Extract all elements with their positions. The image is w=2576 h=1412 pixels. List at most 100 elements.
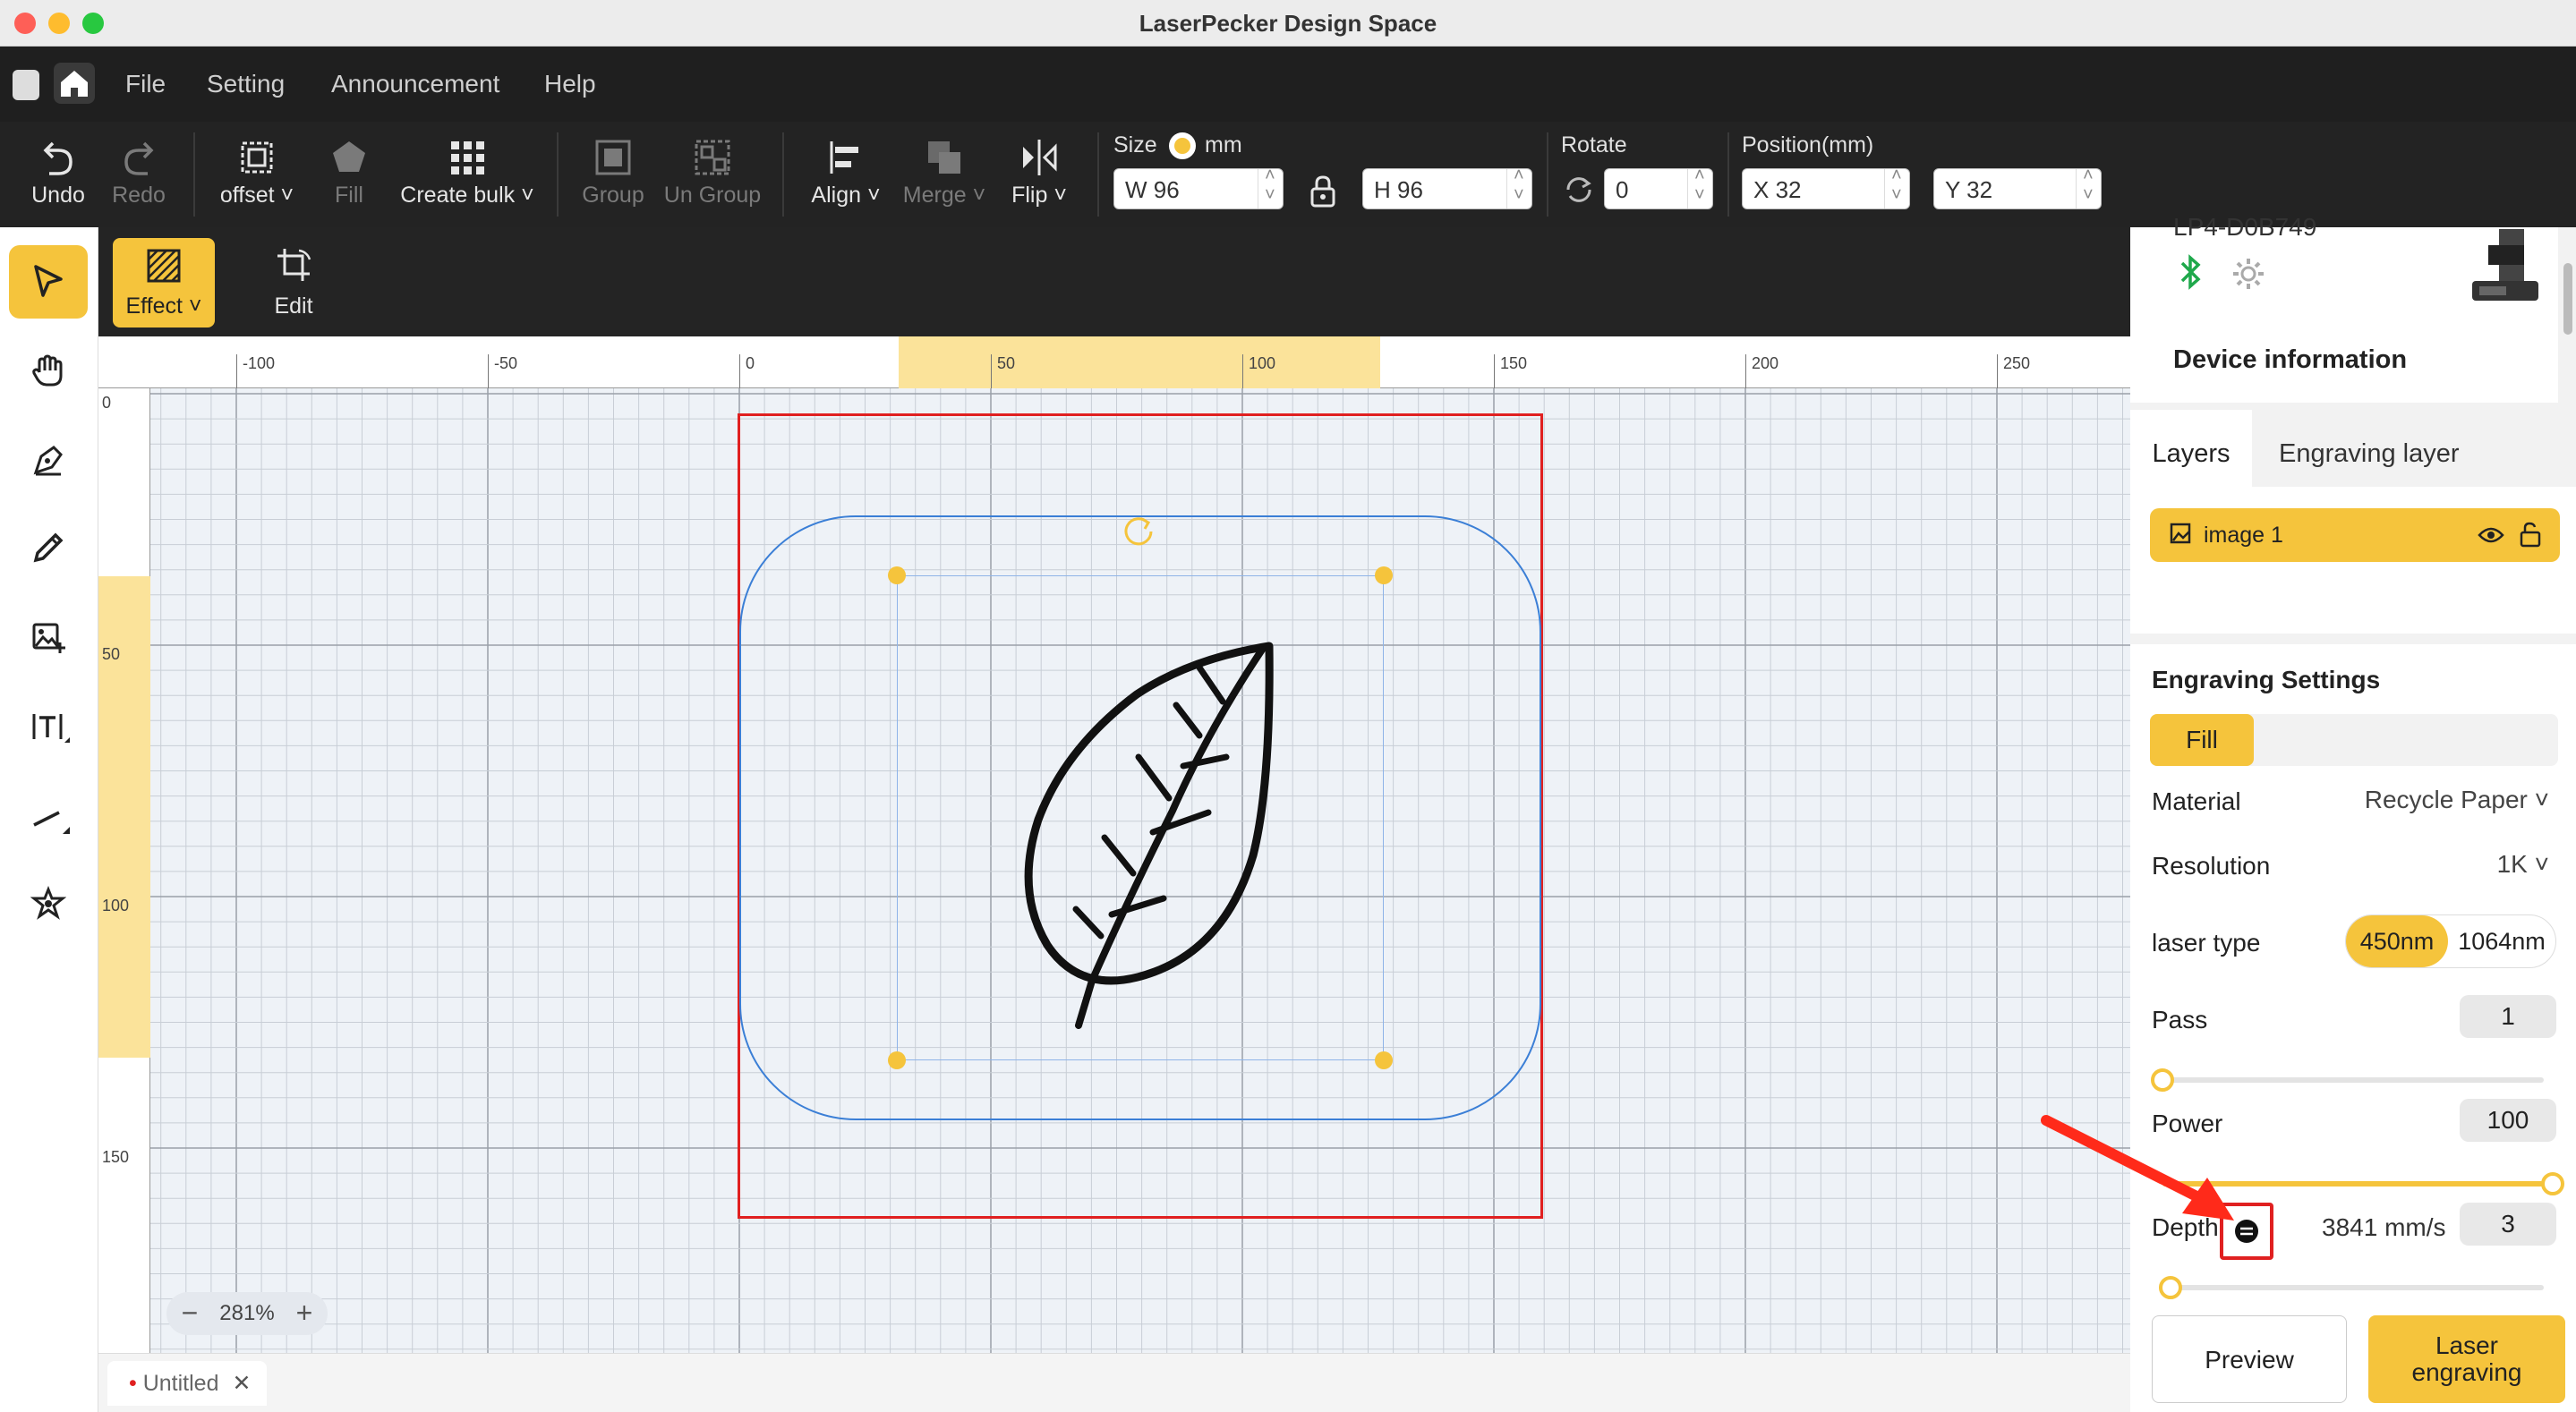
resize-handle-bottom-right[interactable] <box>1375 1051 1393 1069</box>
effect-button[interactable]: Effect ˅ <box>113 238 215 327</box>
crop-transform-icon <box>277 249 311 281</box>
position-y-input[interactable]: Y 32 <box>1933 166 2102 209</box>
hand-tool[interactable] <box>9 335 88 408</box>
resize-handle-top-right[interactable] <box>1375 566 1393 584</box>
engraving-settings: Engraving Settings Fill Material Recycle… <box>2130 634 2576 1412</box>
text-tool[interactable] <box>9 691 88 764</box>
tab-layers[interactable]: Layers <box>2130 410 2252 487</box>
merge-button[interactable]: Merge ˅ <box>897 122 992 227</box>
group-button[interactable]: Group <box>573 122 653 227</box>
edit-label: Edit <box>274 293 313 319</box>
menu-announcement[interactable]: Announcement <box>331 47 499 122</box>
laser-1064nm-option[interactable]: 1064nm <box>2448 915 2555 967</box>
ungroup-icon <box>695 140 730 175</box>
engraving-settings-title: Engraving Settings <box>2152 666 2381 693</box>
home-button[interactable] <box>54 63 95 104</box>
zoom-in-button[interactable]: + <box>288 1292 320 1335</box>
device-info-title[interactable]: Device information <box>2173 345 2407 375</box>
pen-tool[interactable] <box>9 424 88 498</box>
shape-tool[interactable] <box>9 868 88 941</box>
undo-label: Undo <box>31 183 85 208</box>
redo-button[interactable]: Redo <box>98 122 179 227</box>
laser-type-label: laser type <box>2152 929 2261 957</box>
speed-value: 3841 mm/s <box>2322 1213 2446 1241</box>
offset-button[interactable]: offset ˅ <box>208 122 306 227</box>
pass-slider-track[interactable] <box>2162 1077 2544 1083</box>
width-input[interactable]: W 96 <box>1113 166 1284 209</box>
depth-slider-track[interactable] <box>2162 1285 2544 1290</box>
unit-toggle[interactable] <box>1169 132 1196 159</box>
home-icon <box>61 71 88 97</box>
ungroup-label: Un Group <box>663 183 762 208</box>
zoom-out-button[interactable]: − <box>174 1292 206 1335</box>
design-canvas[interactable]: -100 -50 0 50 100 150 200 250 0 50 100 150 − 281% … <box>98 336 2130 1353</box>
add-image-tool[interactable] <box>9 601 88 675</box>
laser-engraving-button[interactable]: Laser engraving <box>2368 1315 2565 1403</box>
rotate-label: Rotate <box>1561 132 1627 157</box>
ruler-left-tick: 100 <box>102 897 130 914</box>
pass-value-input[interactable]: 1 <box>2460 995 2556 1038</box>
tab-engraving-layer[interactable]: Engraving layer <box>2279 410 2460 487</box>
line-icon <box>33 811 70 834</box>
close-tab-icon[interactable]: ✕ <box>232 1371 251 1396</box>
app-logo-icon <box>13 70 39 100</box>
resolution-select[interactable]: 1K ˅ <box>2497 850 2549 879</box>
select-tool[interactable] <box>9 245 88 319</box>
resize-handle-top-left[interactable] <box>888 566 906 584</box>
ruler-left-tick: 0 <box>102 394 112 412</box>
title-bar: LaserPecker Design Space <box>0 0 2576 47</box>
height-input[interactable]: H 96 <box>1362 166 1532 209</box>
document-tab-bar: • Untitled ✕ <box>98 1353 2130 1412</box>
rotate-handle-icon[interactable] <box>1121 512 1156 548</box>
align-button[interactable]: Align ˅ <box>798 122 893 227</box>
material-select[interactable]: Recycle Paper ˅ <box>2365 786 2549 814</box>
window-title: LaserPecker Design Space <box>1139 10 1437 37</box>
menu-setting[interactable]: Setting <box>207 47 285 122</box>
document-tab[interactable]: • Untitled ✕ <box>107 1361 268 1406</box>
position-x-input[interactable]: X 32 <box>1742 166 1910 209</box>
window-minimize-button[interactable] <box>48 13 70 34</box>
ungroup-button[interactable]: Un Group <box>659 122 766 227</box>
offset-icon <box>241 141 273 174</box>
line-tool[interactable] <box>9 780 88 854</box>
eye-icon[interactable] <box>2478 524 2504 546</box>
panel-scrollbar[interactable] <box>2563 263 2572 335</box>
window-maximize-button[interactable] <box>82 13 104 34</box>
ruler-selection-highlight <box>899 336 1380 388</box>
undo-button[interactable]: Undo <box>18 122 98 227</box>
bluetooth-icon[interactable] <box>2177 254 2204 290</box>
edit-button[interactable]: Edit <box>249 238 338 327</box>
position-label: Position(mm) <box>1742 132 1874 157</box>
rotate-input[interactable]: 0 <box>1604 166 1713 209</box>
pass-slider-knob[interactable] <box>2151 1068 2174 1092</box>
menu-file[interactable]: File <box>125 47 166 122</box>
fill-button[interactable]: Fill <box>313 122 385 227</box>
undo-icon <box>43 141 73 175</box>
window-close-button[interactable] <box>14 13 36 34</box>
depth-value-input[interactable]: 3 <box>2460 1203 2556 1246</box>
create-bulk-label: Create bulk ˅ <box>400 183 534 208</box>
power-slider-knob[interactable] <box>2541 1172 2564 1195</box>
flip-button[interactable]: Flip ˅ <box>997 122 1081 227</box>
cursor-icon <box>34 265 63 297</box>
pentagon-icon <box>333 141 365 172</box>
effect-label: Effect ˅ <box>125 293 202 319</box>
laser-450nm-option[interactable]: 450nm <box>2346 915 2448 967</box>
pencil-icon <box>33 532 64 563</box>
unit-label: mm <box>1205 132 1242 157</box>
menu-help[interactable]: Help <box>544 47 596 122</box>
preview-button[interactable]: Preview <box>2152 1315 2347 1403</box>
gear-icon[interactable] <box>2231 256 2266 292</box>
mode-fill-button[interactable]: Fill <box>2150 714 2254 766</box>
leaf-image[interactable] <box>994 623 1405 1034</box>
lock-icon[interactable] <box>1307 174 1339 209</box>
layer-item[interactable]: image 1 <box>2150 508 2560 562</box>
pencil-tool[interactable] <box>9 512 88 585</box>
power-value-input[interactable]: 100 <box>2460 1099 2556 1142</box>
create-bulk-button[interactable]: Create bulk ˅ <box>396 122 539 227</box>
unlock-icon[interactable] <box>2519 521 2542 548</box>
resize-handle-bottom-left[interactable] <box>888 1051 906 1069</box>
material-label: Material <box>2152 787 2241 815</box>
depth-slider-knob[interactable] <box>2159 1276 2182 1299</box>
text-icon <box>32 714 70 743</box>
